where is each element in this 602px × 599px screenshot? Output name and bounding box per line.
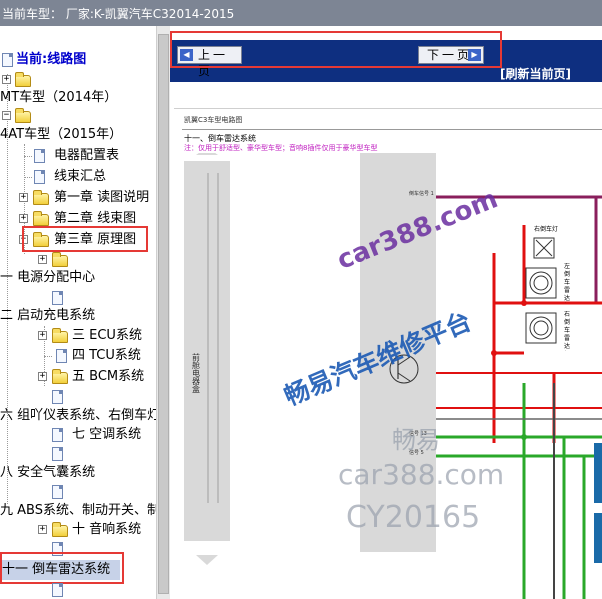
tree-folder-item[interactable]: + <box>0 250 70 270</box>
expand-icon[interactable]: + <box>38 331 47 340</box>
folder-icon <box>52 369 68 384</box>
tree-panel[interactable]: 当前:线路图 + MT车型（2014年） − 4AT车型（2015年） 电器配置… <box>0 26 156 599</box>
doc-header: 凯翼C3车型电路图 <box>184 116 243 124</box>
page-icon <box>52 485 63 499</box>
window-title-bar: 当前车型： 厂家:K-凯翼汽车C32014-2015 <box>0 0 602 26</box>
label-signal-1: 倒车信号 1 <box>409 190 434 197</box>
tree-page-item[interactable] <box>0 288 70 308</box>
expand-icon[interactable]: + <box>38 525 47 534</box>
page-icon <box>52 390 63 404</box>
wiring-diagram: 前舱电器盒 倒车信号 1 右倒车灯 左倒车雷达 右倒车雷达 信号 13 信号 5 <box>184 153 602 599</box>
panel-arrow <box>196 153 218 155</box>
page-icon <box>52 428 63 442</box>
page-icon <box>52 291 63 305</box>
page-icon <box>2 53 13 67</box>
expand-icon[interactable]: + <box>19 214 28 223</box>
page-icon <box>52 583 63 597</box>
tree-root-label: 当前:线路图 <box>16 52 87 67</box>
tree-folder-item[interactable]: + <box>0 70 40 90</box>
refresh-page-link[interactable]: [刷新当前页] <box>500 65 571 82</box>
label-signal-13: 信号 13 <box>409 430 427 437</box>
diagram-viewer: ◀ 上一页 下一页 ▶ [刷新当前页] 凯翼C3车型电路图 十一、倒车雷达系统 … <box>170 26 602 599</box>
tree-scrollbar[interactable] <box>156 26 170 599</box>
expand-icon[interactable]: + <box>38 372 47 381</box>
tree-page-item[interactable] <box>0 580 70 599</box>
expand-icon[interactable]: + <box>2 75 11 84</box>
folder-icon <box>15 72 31 87</box>
folder-icon <box>52 522 68 537</box>
label-signal-5: 信号 5 <box>409 449 424 456</box>
tree-page-item[interactable] <box>0 444 70 464</box>
doc-header-rule <box>182 129 602 130</box>
page-icon <box>34 170 45 184</box>
doc-note: 注：仅用于舒适型、豪华型车型；音响8插件仅用于豪华型车型 <box>184 144 378 152</box>
tree-page-item[interactable] <box>0 482 70 502</box>
label-left-sensor: 左倒车雷达探头 <box>564 263 571 302</box>
label-reverse-lamp: 右倒车灯 <box>534 225 558 233</box>
fuse-box-panel <box>184 161 230 541</box>
folder-icon <box>52 252 68 267</box>
folder-icon <box>15 108 31 123</box>
highlight-box-chapter3 <box>22 226 148 252</box>
window-title: 当前车型： 厂家:K-凯翼汽车C32014-2015 <box>2 7 235 21</box>
page-icon <box>56 349 67 363</box>
expand-icon[interactable]: + <box>19 193 28 202</box>
highlight-box-nav <box>170 31 502 68</box>
tree-folder-item[interactable]: − <box>0 106 40 126</box>
fuse-box-label: 前舱电器盒 <box>192 352 201 393</box>
connector-column <box>360 153 436 552</box>
label-right-sensor: 右倒车雷达探头 <box>564 311 571 350</box>
expand-icon[interactable]: + <box>38 255 47 264</box>
collapse-icon[interactable]: − <box>2 111 11 120</box>
page-icon <box>52 447 63 461</box>
page-icon <box>34 149 45 163</box>
tree-scrollbar-thumb[interactable] <box>158 34 169 594</box>
folder-icon <box>33 190 49 205</box>
folder-icon <box>52 328 68 343</box>
folder-icon <box>33 211 49 226</box>
panel-arrow <box>196 555 218 565</box>
diagram-page: 凯翼C3车型电路图 十一、倒车雷达系统 注：仅用于舒适型、豪华型车型；音响8插件… <box>174 108 602 599</box>
tree-page-item[interactable] <box>0 387 70 407</box>
